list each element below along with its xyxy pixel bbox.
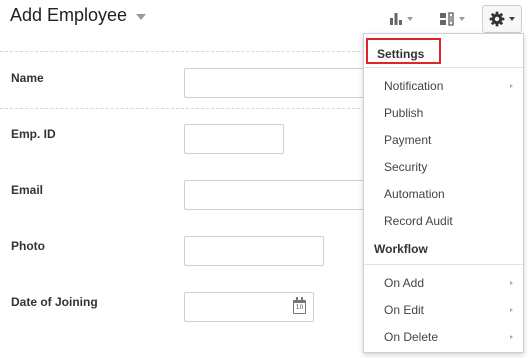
menu-item-notification[interactable]: Notification bbox=[364, 74, 523, 98]
menu-item-automation[interactable]: Automation bbox=[364, 182, 523, 206]
chevron-right-icon bbox=[510, 308, 513, 312]
menu-item-security[interactable]: Security bbox=[364, 155, 523, 179]
menu-item-label: Payment bbox=[384, 133, 432, 147]
menu-item-payment[interactable]: Payment bbox=[364, 128, 523, 152]
chevron-down-icon bbox=[407, 17, 413, 21]
gear-icon bbox=[489, 11, 505, 27]
menu-divider bbox=[364, 67, 523, 68]
settings-heading: Settings bbox=[366, 38, 441, 64]
emp-id-label: Emp. ID bbox=[11, 127, 56, 141]
menu-item-label: Notification bbox=[384, 79, 444, 93]
email-label: Email bbox=[11, 183, 44, 197]
menu-item-label: On Delete bbox=[384, 330, 439, 344]
bar-chart-icon bbox=[390, 13, 402, 25]
menu-item-label: Publish bbox=[384, 106, 424, 120]
name-label: Name bbox=[11, 71, 44, 85]
menu-item-label: Security bbox=[384, 160, 428, 174]
section-divider bbox=[0, 108, 365, 109]
email-field[interactable] bbox=[184, 180, 374, 210]
menu-item-on-add[interactable]: On Add bbox=[364, 271, 523, 295]
section-divider bbox=[0, 51, 365, 52]
chevron-right-icon bbox=[510, 335, 513, 339]
settings-button[interactable] bbox=[482, 5, 522, 33]
emp-id-field[interactable] bbox=[184, 124, 284, 154]
layout-icon bbox=[440, 12, 454, 26]
chevron-down-icon bbox=[136, 13, 147, 20]
menu-item-label: On Edit bbox=[384, 303, 425, 317]
photo-field[interactable] bbox=[184, 236, 324, 266]
menu-item-on-edit[interactable]: On Edit bbox=[364, 298, 523, 322]
chevron-down-icon bbox=[509, 17, 515, 21]
layout-button[interactable] bbox=[434, 5, 470, 33]
menu-item-label: Automation bbox=[384, 187, 445, 201]
form-title-dropdown[interactable]: Add Employee bbox=[10, 5, 147, 26]
menu-item-on-delete[interactable]: On Delete bbox=[364, 325, 523, 349]
page-title: Add Employee bbox=[10, 5, 128, 25]
workflow-heading: Workflow bbox=[374, 242, 428, 256]
menu-item-publish[interactable]: Publish bbox=[364, 101, 523, 125]
photo-label: Photo bbox=[11, 239, 45, 253]
chevron-down-icon bbox=[459, 17, 465, 21]
menu-divider bbox=[364, 264, 523, 265]
calendar-day: 10 bbox=[295, 304, 304, 311]
menu-item-label: Record Audit bbox=[384, 214, 453, 228]
menu-item-label: On Add bbox=[384, 276, 425, 290]
settings-menu: Settings Notification Publish Payment Se… bbox=[363, 33, 524, 353]
date-of-joining-field[interactable]: 10 bbox=[184, 292, 314, 322]
chevron-right-icon bbox=[510, 281, 513, 285]
menu-item-record-audit[interactable]: Record Audit bbox=[364, 209, 523, 233]
chevron-right-icon bbox=[510, 84, 513, 88]
date-of-joining-label: Date of Joining bbox=[11, 295, 98, 309]
name-field[interactable] bbox=[184, 68, 374, 98]
reports-button[interactable] bbox=[384, 5, 418, 33]
calendar-icon[interactable]: 10 bbox=[293, 297, 306, 314]
